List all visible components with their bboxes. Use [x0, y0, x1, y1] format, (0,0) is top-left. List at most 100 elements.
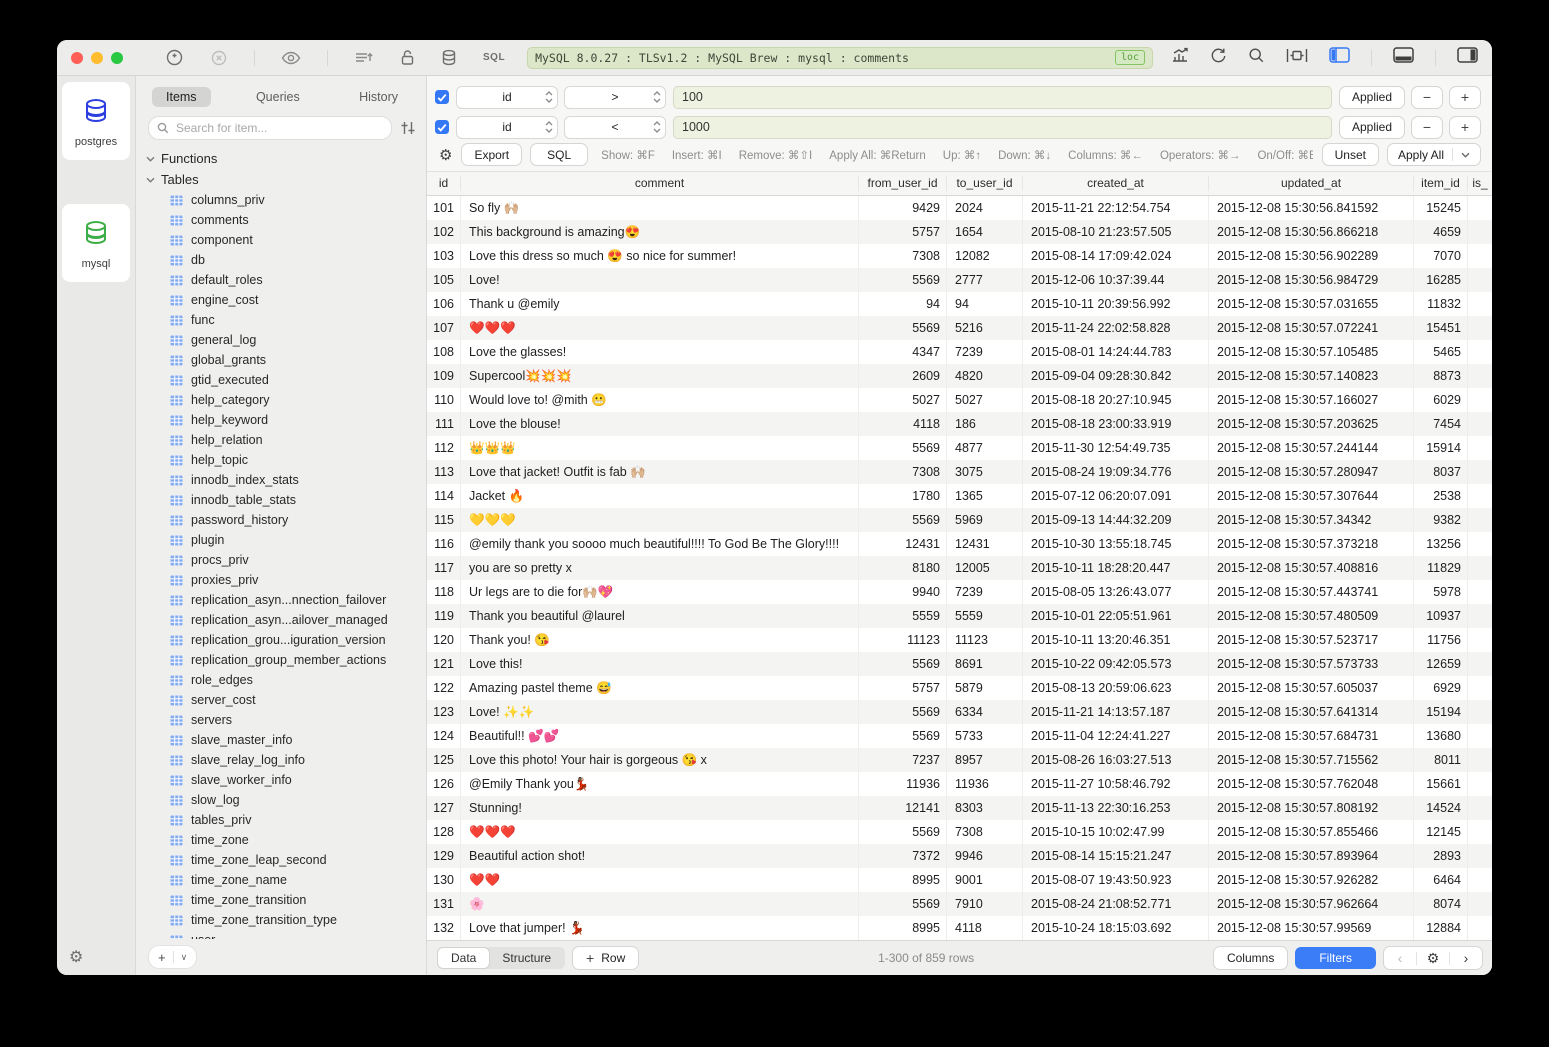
- remove-filter-button[interactable]: −: [1412, 87, 1442, 108]
- sidebar-table-item[interactable]: func: [146, 310, 426, 330]
- cell-id[interactable]: 119: [427, 604, 461, 628]
- filters-button[interactable]: Filters: [1295, 947, 1376, 969]
- cell-is[interactable]: [1468, 388, 1492, 412]
- cell-updated-at[interactable]: 2015-12-08 15:30:57.715562: [1209, 748, 1414, 772]
- cell-created-at[interactable]: 2015-08-01 14:24:44.783: [1023, 340, 1209, 364]
- sidebar-table-item[interactable]: proxies_priv: [146, 570, 426, 590]
- sidebar-table-item[interactable]: innodb_table_stats: [146, 490, 426, 510]
- sidebar-table-item[interactable]: help_keyword: [146, 410, 426, 430]
- cell-updated-at[interactable]: 2015-12-08 15:30:57.072241: [1209, 316, 1414, 340]
- cell-item-id[interactable]: 15245: [1414, 196, 1468, 220]
- filter-applied-button[interactable]: Applied: [1340, 87, 1404, 108]
- cell-comment[interactable]: Ur legs are to die for🙌🏼💖: [461, 580, 859, 604]
- column-header-updated-at[interactable]: updated_at: [1209, 176, 1414, 191]
- filter-enabled-checkbox[interactable]: [435, 90, 449, 104]
- table-row[interactable]: 127 Stunning! 12141 8303 2015-11-13 22:3…: [427, 796, 1492, 820]
- cell-created-at[interactable]: 2015-11-21 14:13:57.187: [1023, 700, 1209, 724]
- table-settings-gear-icon[interactable]: ⚙: [1417, 947, 1449, 969]
- cell-id[interactable]: 113: [427, 460, 461, 484]
- disconnect-icon[interactable]: [210, 49, 228, 67]
- cell-item-id[interactable]: 14524: [1414, 796, 1468, 820]
- cell-comment[interactable]: Love this!: [461, 652, 859, 676]
- table-row[interactable]: 130 ❤️❤️ 8995 9001 2015-08-07 19:43:50.9…: [427, 868, 1492, 892]
- cell-to-user-id[interactable]: 9946: [947, 844, 1023, 868]
- cell-comment[interactable]: Love! ✨✨: [461, 700, 859, 724]
- column-header-id[interactable]: id: [427, 176, 461, 191]
- next-page-icon[interactable]: ›: [1450, 947, 1482, 969]
- cell-is[interactable]: [1468, 844, 1492, 868]
- cell-from-user-id[interactable]: 11123: [859, 628, 947, 652]
- cell-id[interactable]: 112: [427, 436, 461, 460]
- cell-created-at[interactable]: 2015-08-13 20:59:06.623: [1023, 676, 1209, 700]
- sidebar-table-item[interactable]: tables_priv: [146, 810, 426, 830]
- sidebar-table-item[interactable]: gtid_executed: [146, 370, 426, 390]
- table-row[interactable]: 113 Love that jacket! Outfit is fab 🙌🏼 7…: [427, 460, 1492, 484]
- table-row[interactable]: 117 you are so pretty x 8180 12005 2015-…: [427, 556, 1492, 580]
- cell-is[interactable]: [1468, 700, 1492, 724]
- cell-item-id[interactable]: 16285: [1414, 268, 1468, 292]
- cell-from-user-id[interactable]: 5569: [859, 652, 947, 676]
- add-filter-button[interactable]: +: [1450, 87, 1480, 108]
- cell-comment[interactable]: This background is amazing😍: [461, 220, 859, 244]
- cell-comment[interactable]: Love that jumper! 💃🏾: [461, 916, 859, 940]
- cell-updated-at[interactable]: 2015-12-08 15:30:57.140823: [1209, 364, 1414, 388]
- cell-id[interactable]: 114: [427, 484, 461, 508]
- sidebar-table-item[interactable]: time_zone_transition_type: [146, 910, 426, 930]
- cell-to-user-id[interactable]: 5216: [947, 316, 1023, 340]
- cell-item-id[interactable]: 5978: [1414, 580, 1468, 604]
- cell-from-user-id[interactable]: 5757: [859, 220, 947, 244]
- cell-from-user-id[interactable]: 1780: [859, 484, 947, 508]
- cell-created-at[interactable]: 2015-11-30 12:54:49.735: [1023, 436, 1209, 460]
- cell-comment[interactable]: ❤️❤️❤️: [461, 820, 859, 844]
- table-row[interactable]: 120 Thank you! 😘 11123 11123 2015-10-11 …: [427, 628, 1492, 652]
- connect-icon[interactable]: [165, 48, 184, 67]
- cell-updated-at[interactable]: 2015-12-08 15:30:57.408816: [1209, 556, 1414, 580]
- cell-comment[interactable]: 💛💛💛: [461, 508, 859, 532]
- cell-updated-at[interactable]: 2015-12-08 15:30:57.244144: [1209, 436, 1414, 460]
- cell-updated-at[interactable]: 2015-12-08 15:30:57.962664: [1209, 892, 1414, 916]
- cell-from-user-id[interactable]: 4347: [859, 340, 947, 364]
- close-window-button[interactable]: [71, 52, 83, 64]
- cell-item-id[interactable]: 6929: [1414, 676, 1468, 700]
- cell-to-user-id[interactable]: 3075: [947, 460, 1023, 484]
- cell-item-id[interactable]: 13680: [1414, 724, 1468, 748]
- cell-created-at[interactable]: 2015-08-18 23:00:33.919: [1023, 412, 1209, 436]
- search-icon[interactable]: [1248, 47, 1265, 69]
- sidebar-table-item[interactable]: replication_asyn...nnection_failover: [146, 590, 426, 610]
- cell-comment[interactable]: Thank you! 😘: [461, 628, 859, 652]
- unset-button[interactable]: Unset: [1323, 144, 1378, 165]
- table-row[interactable]: 109 Supercool💥💥💥 2609 4820 2015-09-04 09…: [427, 364, 1492, 388]
- cell-to-user-id[interactable]: 4820: [947, 364, 1023, 388]
- cell-id[interactable]: 132: [427, 916, 461, 940]
- cell-to-user-id[interactable]: 4118: [947, 916, 1023, 940]
- cell-id[interactable]: 117: [427, 556, 461, 580]
- cell-from-user-id[interactable]: 12141: [859, 796, 947, 820]
- cell-created-at[interactable]: 2015-10-11 20:39:56.992: [1023, 292, 1209, 316]
- cell-id[interactable]: 121: [427, 652, 461, 676]
- cell-to-user-id[interactable]: 5879: [947, 676, 1023, 700]
- cell-comment[interactable]: Stunning!: [461, 796, 859, 820]
- cell-to-user-id[interactable]: 12082: [947, 244, 1023, 268]
- cell-item-id[interactable]: 7070: [1414, 244, 1468, 268]
- column-header-created-at[interactable]: created_at: [1023, 176, 1209, 191]
- sidebar-table-item[interactable]: time_zone_transition: [146, 890, 426, 910]
- previous-page-icon[interactable]: ‹: [1384, 947, 1416, 969]
- cell-is[interactable]: [1468, 316, 1492, 340]
- cell-is[interactable]: [1468, 676, 1492, 700]
- search-input[interactable]: [174, 120, 383, 136]
- sidebar-table-item[interactable]: replication_grou...iguration_version: [146, 630, 426, 650]
- filter-value-input[interactable]: [673, 116, 1332, 139]
- cell-updated-at[interactable]: 2015-12-08 15:30:57.105485: [1209, 340, 1414, 364]
- sidebar-table-item[interactable]: plugin: [146, 530, 426, 550]
- cell-id[interactable]: 107: [427, 316, 461, 340]
- cell-created-at[interactable]: 2015-10-11 13:20:46.351: [1023, 628, 1209, 652]
- cell-from-user-id[interactable]: 7308: [859, 244, 947, 268]
- table-row[interactable]: 122 Amazing pastel theme 😅 5757 5879 201…: [427, 676, 1492, 700]
- table-row[interactable]: 132 Love that jumper! 💃🏾 8995 4118 2015-…: [427, 916, 1492, 940]
- cell-is[interactable]: [1468, 460, 1492, 484]
- table-row[interactable]: 118 Ur legs are to die for🙌🏼💖 9940 7239 …: [427, 580, 1492, 604]
- cell-comment[interactable]: Amazing pastel theme 😅: [461, 676, 859, 700]
- database-icon[interactable]: [441, 49, 457, 66]
- toggle-bottom-panel-icon[interactable]: [1393, 47, 1414, 68]
- column-header-comment[interactable]: comment: [461, 176, 859, 191]
